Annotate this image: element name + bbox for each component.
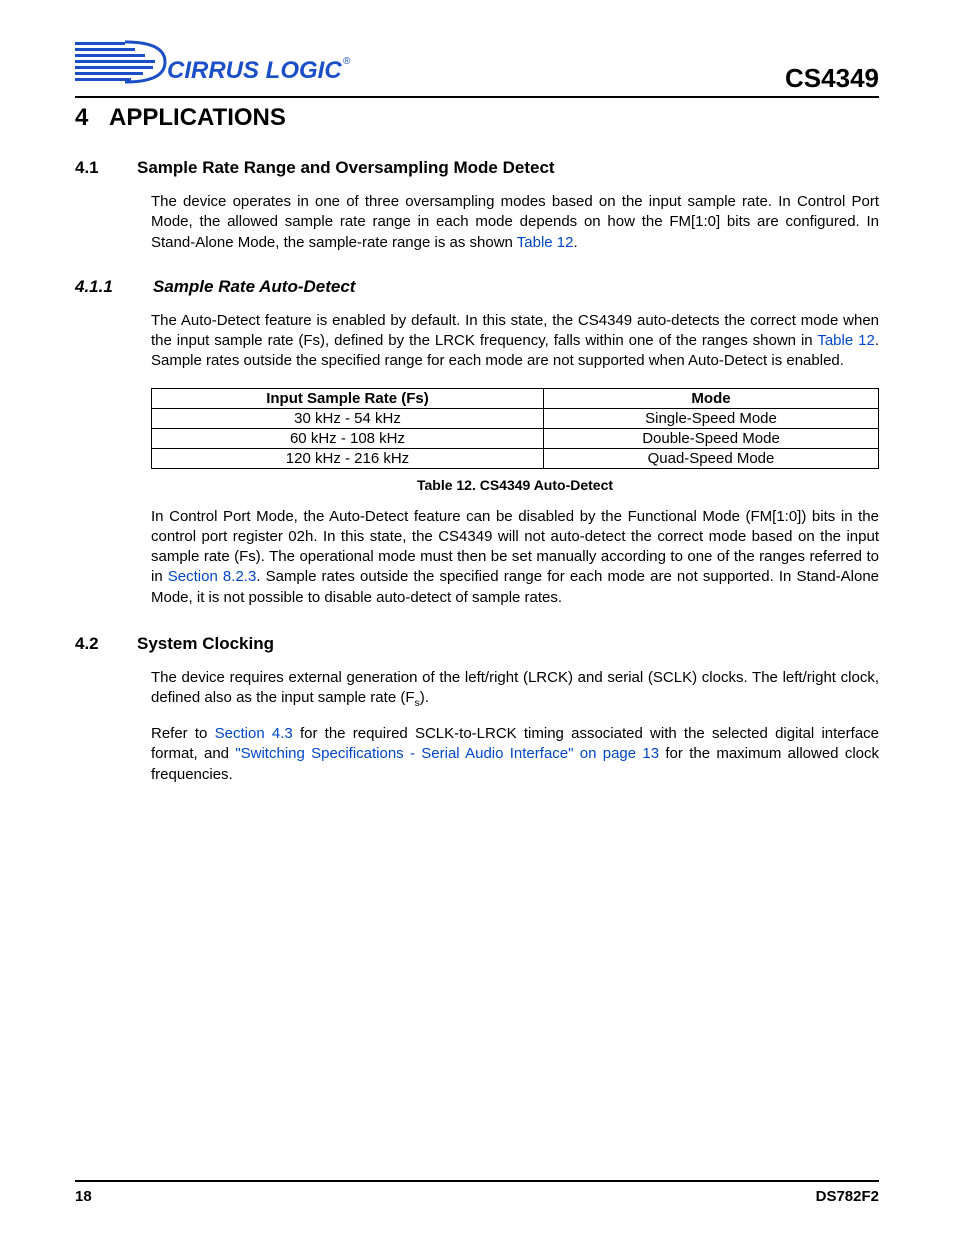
document-id: CS4349 bbox=[785, 63, 879, 94]
paragraph: The Auto-Detect feature is enabled by de… bbox=[151, 311, 879, 372]
col-header-fs: Input Sample Rate (Fs) bbox=[152, 388, 544, 408]
logo-text: CIRRUS LOGIC bbox=[167, 57, 342, 84]
heading-applications: 4 APPLICATIONS bbox=[75, 104, 879, 132]
paragraph: The device requires external generation … bbox=[151, 668, 879, 710]
subsection-number: 4.2 bbox=[75, 634, 137, 654]
table-row: 30 kHz - 54 kHz Single-Speed Mode bbox=[152, 408, 879, 428]
heading-sample-rate-range: 4.1 Sample Rate Range and Oversampling M… bbox=[75, 158, 879, 178]
table-auto-detect: Input Sample Rate (Fs) Mode 30 kHz - 54 … bbox=[151, 388, 879, 493]
footer-doc-id: DS782F2 bbox=[816, 1188, 879, 1205]
table-row: 120 kHz - 216 kHz Quad-Speed Mode bbox=[152, 448, 879, 468]
heading-auto-detect: 4.1.1 Sample Rate Auto-Detect bbox=[75, 277, 879, 297]
subsection-title: System Clocking bbox=[137, 634, 274, 654]
table-caption: Table 12. CS4349 Auto-Detect bbox=[151, 477, 879, 493]
table-row: 60 kHz - 108 kHz Double-Speed Mode bbox=[152, 428, 879, 448]
paragraph: In Control Port Mode, the Auto-Detect fe… bbox=[151, 507, 879, 608]
link-table-12[interactable]: Table 12 bbox=[817, 332, 875, 349]
page-footer: 18 DS782F2 bbox=[75, 1180, 879, 1205]
link-switching-spec[interactable]: "Switching Specifications - Serial Audio… bbox=[235, 745, 659, 762]
subsubsection-title: Sample Rate Auto-Detect bbox=[153, 277, 355, 297]
paragraph: Refer to Section 4.3 for the required SC… bbox=[151, 724, 879, 785]
link-table-12[interactable]: Table 12 bbox=[517, 234, 574, 251]
company-logo: CIRRUS LOGIC ® bbox=[75, 34, 355, 94]
subsection-title: Sample Rate Range and Oversampling Mode … bbox=[137, 158, 555, 178]
page-header: CIRRUS LOGIC ® CS4349 bbox=[75, 34, 879, 98]
paragraph: The device operates in one of three over… bbox=[151, 192, 879, 253]
col-header-mode: Mode bbox=[543, 388, 878, 408]
subsection-number: 4.1 bbox=[75, 158, 137, 178]
subsubsection-number: 4.1.1 bbox=[75, 277, 153, 297]
table-header-row: Input Sample Rate (Fs) Mode bbox=[152, 388, 879, 408]
section-title: APPLICATIONS bbox=[109, 104, 286, 132]
svg-text:®: ® bbox=[343, 56, 351, 67]
link-section-43[interactable]: Section 4.3 bbox=[215, 725, 293, 742]
heading-system-clocking: 4.2 System Clocking bbox=[75, 634, 879, 654]
section-number: 4 bbox=[75, 104, 109, 132]
link-section-823[interactable]: Section 8.2.3 bbox=[168, 568, 257, 585]
page-number: 18 bbox=[75, 1188, 92, 1205]
